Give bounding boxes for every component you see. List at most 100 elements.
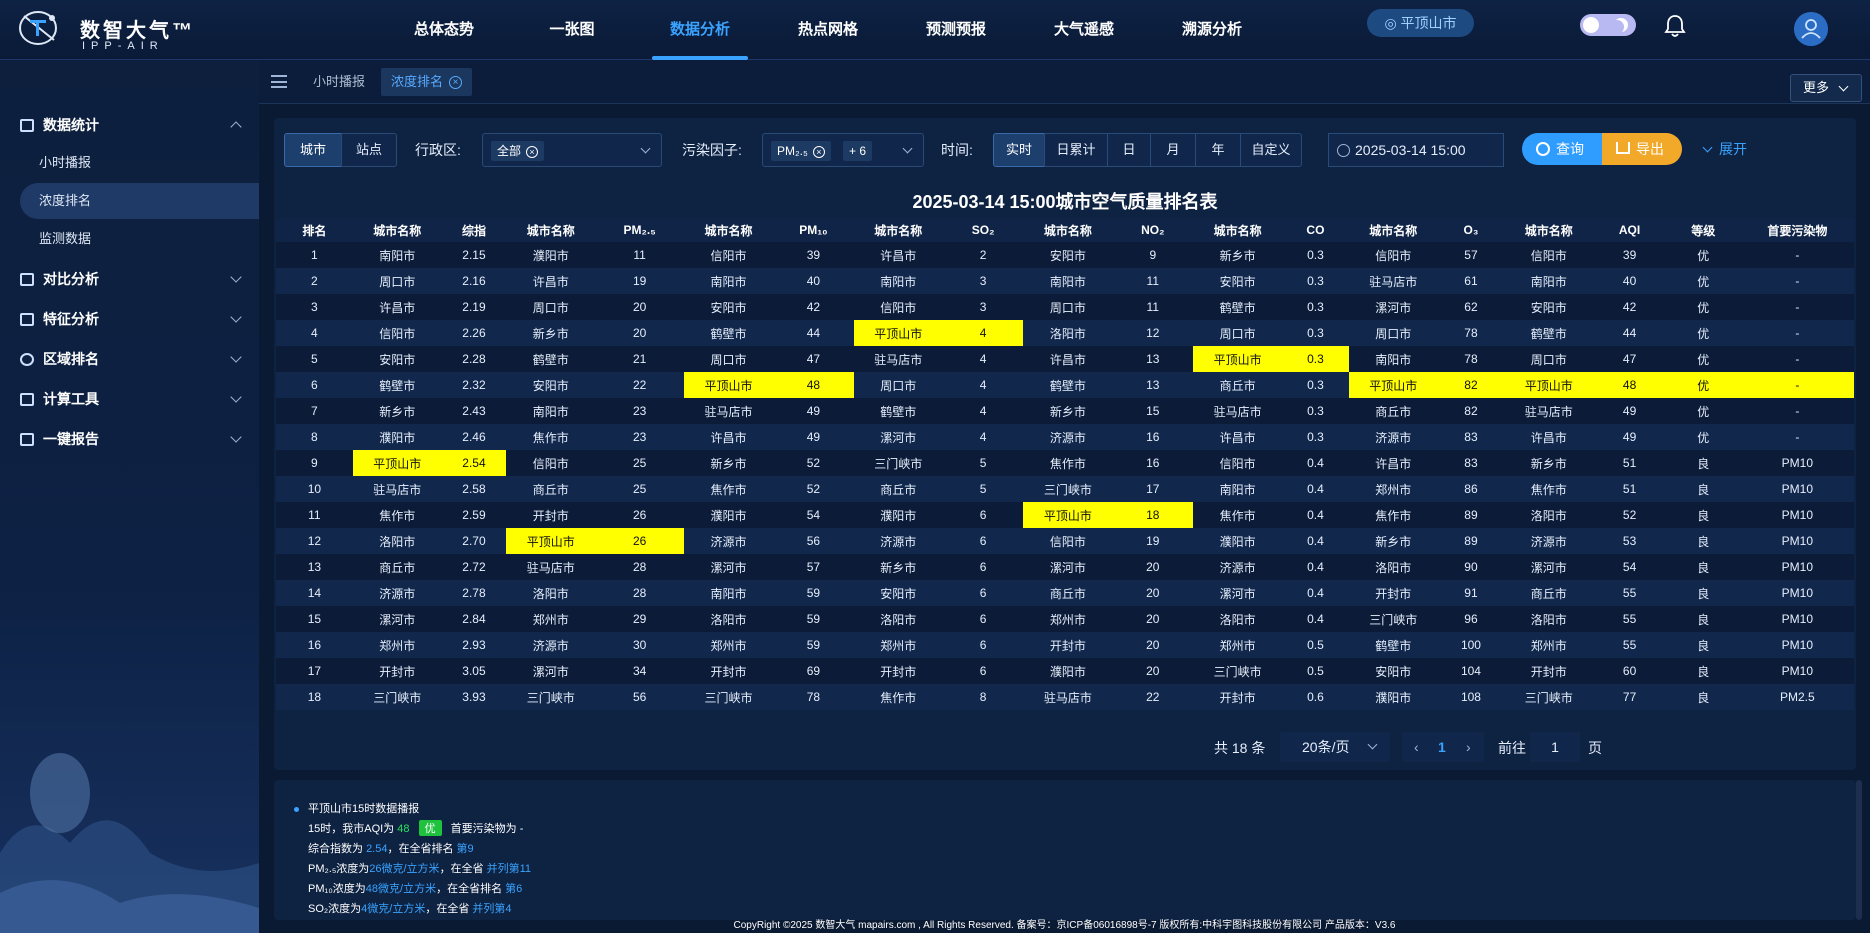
- query-button[interactable]: 查询: [1522, 133, 1602, 165]
- table-cell: 南阳市: [1193, 476, 1283, 502]
- more-dropdown[interactable]: 更多: [1790, 74, 1862, 102]
- table-cell: 信阳市: [1348, 242, 1438, 268]
- table-row[interactable]: 1 南阳市 2.15 濮阳市 11 信阳市 39 许昌市 2 安阳市 9 新乡市 0.3 信阳市 57 信阳市…: [276, 242, 1854, 268]
- user-circle-icon: ◎: [1384, 15, 1401, 31]
- table-cell: 51: [1593, 476, 1666, 502]
- sidebar-group-tools[interactable]: 计算工具: [20, 388, 242, 410]
- table-cell: 新乡市: [506, 320, 596, 346]
- time-day-button[interactable]: 日: [1107, 133, 1151, 167]
- sidebar-group-data-stats[interactable]: 数据统计: [20, 114, 242, 136]
- table-row[interactable]: 17 开封市 3.05 漯河市 34 开封市 69 开封市 6 濮阳市 20 三门峡市 0.5 安阳市 10…: [276, 658, 1854, 684]
- table-cell: 鹤壁市: [1504, 320, 1594, 346]
- current-page[interactable]: 1: [1438, 732, 1446, 762]
- sidebar-item-hourly[interactable]: 小时播报: [20, 145, 259, 181]
- table-cell: 20: [1112, 554, 1194, 580]
- table-cell: 周口市: [1504, 346, 1594, 372]
- table-row[interactable]: 2 周口市 2.16 许昌市 19 南阳市 40 南阳市 3 南阳市 11 安阳市 0.3 驻马店市 61 南…: [276, 268, 1854, 294]
- pollutant-select[interactable]: PM₂.₅ × + 6: [762, 133, 924, 167]
- next-page-icon[interactable]: ›: [1466, 732, 1471, 762]
- table-cell: PM10: [1740, 606, 1854, 632]
- bell-icon[interactable]: [1664, 14, 1686, 38]
- nav-one-map[interactable]: 一张图: [508, 0, 636, 60]
- tab-ranking[interactable]: 浓度排名 ×: [381, 68, 473, 96]
- table-cell: 新乡市: [853, 554, 943, 580]
- nav-hotspot-grid[interactable]: 热点网格: [764, 0, 892, 60]
- table-row[interactable]: 4 信阳市 2.26 新乡市 20 鹤壁市 44 平顶山市 4 洛阳市 12 周口市 0.3 周口市 78 鹤…: [276, 320, 1854, 346]
- table-row[interactable]: 12 洛阳市 2.70 平顶山市 26 济源市 56 济源市 6 信阳市 19 濮阳市 0.4 新乡市 89…: [276, 528, 1854, 554]
- scope-city-button[interactable]: 城市: [284, 133, 342, 167]
- sidebar-group-feature[interactable]: 特征分析: [20, 308, 242, 330]
- close-icon[interactable]: ×: [449, 76, 463, 90]
- table-cell: 0.3: [1282, 320, 1349, 346]
- table-row[interactable]: 14 济源市 2.78 洛阳市 28 南阳市 59 安阳市 6 商丘市 20 漯河市 0.4 开封市 91 商…: [276, 580, 1854, 606]
- close-icon[interactable]: ×: [812, 145, 825, 158]
- avatar[interactable]: [1794, 12, 1828, 46]
- table-row[interactable]: 8 濮阳市 2.46 焦作市 23 许昌市 49 漯河市 4 济源市 16 许昌市 0.3 济源市 83 许昌…: [276, 424, 1854, 450]
- time-daily-cumulative-button[interactable]: 日累计: [1044, 133, 1108, 167]
- logo[interactable]: 数智大气™ IPP-AIR: [16, 8, 206, 54]
- table-row[interactable]: 3 许昌市 2.19 周口市 20 安阳市 42 信阳市 3 周口市 11 鹤壁市 0.3 漯河市 62 安阳…: [276, 294, 1854, 320]
- table-cell: 漯河市: [1023, 554, 1113, 580]
- table-cell: 29: [595, 606, 685, 632]
- pm10-value: 48微克/立方米: [365, 883, 437, 895]
- time-month-button[interactable]: 月: [1150, 133, 1196, 167]
- table-cell: 91: [1437, 580, 1505, 606]
- nav-overview[interactable]: 总体态势: [380, 0, 508, 60]
- table-row[interactable]: 11 焦作市 2.59 开封市 26 濮阳市 54 濮阳市 6 平顶山市 18 焦作市 0.4 焦作市 89…: [276, 502, 1854, 528]
- theme-toggle[interactable]: [1580, 14, 1636, 36]
- table-cell: 3: [942, 268, 1024, 294]
- table-row[interactable]: 6 鹤壁市 2.32 安阳市 22 平顶山市 48 周口市 4 鹤壁市 13 商丘市 0.3 平顶山市 82…: [276, 372, 1854, 398]
- nav-remote-sensing[interactable]: 大气遥感: [1020, 0, 1148, 60]
- table-row[interactable]: 15 漯河市 2.84 郑州市 29 洛阳市 59 洛阳市 6 郑州市 20 洛阳市 0.4 三门峡市 96…: [276, 606, 1854, 632]
- table-cell: 周口市: [506, 294, 596, 320]
- expand-button[interactable]: 展开: [1704, 133, 1747, 165]
- page-size-select[interactable]: 20条/页: [1280, 732, 1390, 762]
- table-cell: 0.4: [1282, 528, 1349, 554]
- report-title: 平顶山市15时数据播报: [308, 803, 420, 815]
- sidebar-group-report[interactable]: 一键报告: [20, 428, 242, 450]
- table-row[interactable]: 7 新乡市 2.43 南阳市 23 驻马店市 49 鹤壁市 4 新乡市 15 驻马店市 0.3 商丘市 82…: [276, 398, 1854, 424]
- close-icon[interactable]: ×: [526, 145, 539, 158]
- table-cell: 信阳市: [1023, 528, 1113, 554]
- table-row[interactable]: 16 郑州市 2.93 济源市 30 郑州市 59 郑州市 6 开封市 20 郑州市 0.5 鹤壁市 100…: [276, 632, 1854, 658]
- table-cell: 90: [1437, 554, 1505, 580]
- table-cell: 20: [1112, 632, 1194, 658]
- report-scrollbar[interactable]: [1856, 780, 1862, 920]
- table-row[interactable]: 10 驻马店市 2.58 商丘市 25 焦作市 52 商丘市 5 三门峡市 17 南阳市 0.4 郑州市 8…: [276, 476, 1854, 502]
- sidebar-item-monitoring[interactable]: 监测数据: [20, 221, 259, 257]
- time-custom-button[interactable]: 自定义: [1240, 133, 1302, 167]
- nav-data-analysis[interactable]: 数据分析: [636, 0, 764, 60]
- table-row[interactable]: 13 商丘市 2.72 驻马店市 28 漯河市 57 新乡市 6 漯河市 20 济源市 0.4 洛阳市 90…: [276, 554, 1854, 580]
- datetime-picker[interactable]: 2025-03-14 15:00: [1328, 133, 1504, 167]
- time-year-button[interactable]: 年: [1195, 133, 1241, 167]
- time-realtime-button[interactable]: 实时: [993, 133, 1045, 167]
- sidebar-group-region-rank[interactable]: 区域排名: [20, 348, 242, 370]
- export-button[interactable]: 导出: [1602, 133, 1682, 165]
- goto-page-input[interactable]: 1: [1530, 732, 1580, 762]
- nav-forecast[interactable]: 预测预报: [892, 0, 1020, 60]
- sidebar-group-compare[interactable]: 对比分析: [20, 268, 242, 290]
- table-cell: 17: [1112, 476, 1194, 502]
- table-cell: 商丘市: [506, 476, 596, 502]
- decorative-landscape: [0, 753, 259, 933]
- menu-icon[interactable]: [271, 75, 287, 88]
- report-line-pm10: PM₁₀浓度为48微克/立方米，在全省排名 第6: [308, 880, 522, 896]
- scope-station-button[interactable]: 站点: [341, 133, 397, 167]
- table-cell: PM10: [1740, 580, 1854, 606]
- table-cell: 4: [942, 372, 1024, 398]
- table-row[interactable]: 5 安阳市 2.28 鹤壁市 21 周口市 47 驻马店市 4 许昌市 13 平顶山市 0.3 南阳市 78…: [276, 346, 1854, 372]
- table-cell: 安阳市: [1193, 268, 1283, 294]
- nav-source-analysis[interactable]: 溯源分析: [1148, 0, 1276, 60]
- prev-page-icon[interactable]: ‹: [1414, 732, 1419, 762]
- table-row[interactable]: 9 平顶山市 2.54 信阳市 25 新乡市 52 三门峡市 5 焦作市 16 信阳市 0.4 许昌市 83…: [276, 450, 1854, 476]
- tab-hourly[interactable]: 小时播报: [303, 68, 375, 96]
- district-select[interactable]: 全部 ×: [482, 133, 662, 167]
- table-cell: 许昌市: [1504, 424, 1594, 450]
- table-row[interactable]: 18 三门峡市 3.93 三门峡市 56 三门峡市 78 焦作市 8 驻马店市 22 开封市 0.6 濮阳…: [276, 684, 1854, 710]
- table-cell: 30: [595, 632, 685, 658]
- city-selector-button[interactable]: ◎ 平顶山市: [1367, 9, 1474, 37]
- table-cell: 20: [1112, 606, 1194, 632]
- sidebar-item-ranking[interactable]: 浓度排名: [20, 183, 259, 219]
- table-cell: 28: [595, 580, 685, 606]
- table-cell: 焦作市: [853, 684, 943, 710]
